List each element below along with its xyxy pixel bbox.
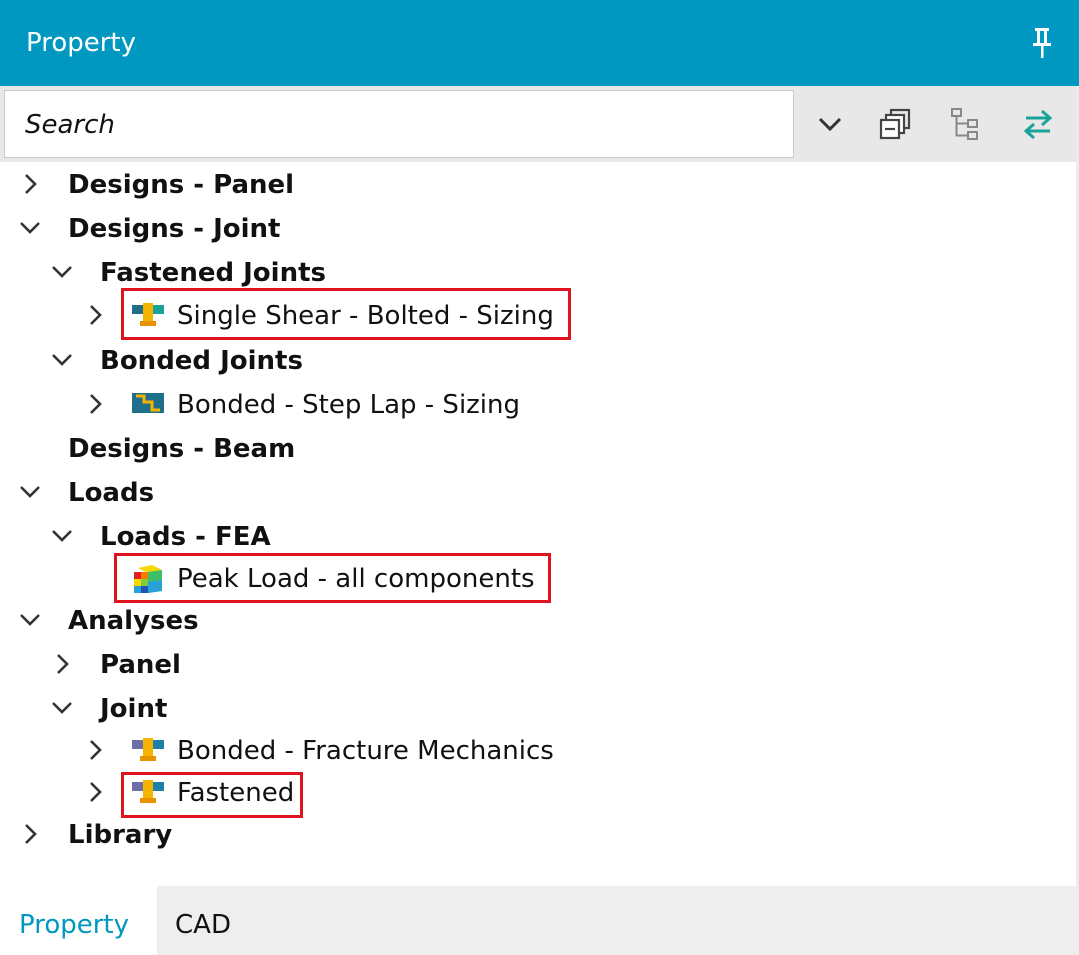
- chevron-down-icon[interactable]: [50, 694, 74, 722]
- chevron-down-icon[interactable]: [18, 606, 42, 634]
- step-lap-icon: [132, 390, 164, 418]
- panel-header: [0, 0, 1079, 86]
- chevron-right-icon[interactable]: [18, 820, 42, 848]
- chevron-down-icon[interactable]: [50, 346, 74, 374]
- tree-item-designs-joint[interactable]: Designs - Joint: [0, 210, 600, 250]
- tree-item-designs-beam[interactable]: Designs - Beam: [0, 430, 600, 470]
- tree-item-label: Bonded - Step Lap - Sizing: [177, 390, 521, 420]
- tree-item-label: Library: [68, 820, 173, 850]
- tree-item-bonded-step-lap[interactable]: Bonded - Step Lap - Sizing: [0, 386, 600, 426]
- chevron-right-icon[interactable]: [50, 650, 74, 678]
- tree-item-loads[interactable]: Loads: [0, 474, 600, 514]
- chevron-right-icon[interactable]: [83, 390, 107, 418]
- tree-item-library[interactable]: Library: [0, 816, 600, 856]
- tree-item-label: Designs - Beam: [68, 434, 296, 464]
- chevron-right-icon[interactable]: [83, 301, 107, 329]
- tree-item-joint[interactable]: Joint: [0, 690, 600, 730]
- tree-item-label: Loads: [68, 478, 155, 508]
- tree-item-label: Designs - Panel: [68, 170, 295, 200]
- search-input[interactable]: Search: [4, 90, 794, 158]
- chevron-down-icon[interactable]: [18, 214, 42, 242]
- panel-title: Property: [26, 28, 137, 58]
- chevron-down-icon[interactable]: [50, 522, 74, 550]
- tree-item-label: Bonded Joints: [100, 346, 303, 376]
- highlight-box: [114, 553, 551, 603]
- highlight-box: [121, 288, 571, 340]
- chevron-right-icon[interactable]: [18, 170, 42, 198]
- tree-item-loads-fea[interactable]: Loads - FEA: [0, 518, 600, 558]
- tree-item-bonded-joints[interactable]: Bonded Joints: [0, 342, 600, 382]
- tree-item-bonded-fracture[interactable]: Bonded - Fracture Mechanics: [0, 732, 600, 772]
- tree-view-icon[interactable]: [948, 106, 984, 142]
- pin-icon[interactable]: [1028, 26, 1056, 60]
- tree-item-label: Loads - FEA: [100, 522, 271, 552]
- tree-item-panel[interactable]: Panel: [0, 646, 600, 686]
- tree-item-label: Analyses: [68, 606, 199, 636]
- sync-arrows-icon[interactable]: [1020, 106, 1056, 142]
- highlight-box: [121, 772, 303, 818]
- tab-bar: [0, 886, 1079, 955]
- tree-item-label: Joint: [100, 694, 168, 724]
- tree-item-label: Bonded - Fracture Mechanics: [177, 736, 554, 766]
- tab-cad-label[interactable]: CAD: [175, 908, 231, 942]
- chevron-down-icon[interactable]: [812, 106, 848, 142]
- tree-item-label: Fastened Joints: [100, 258, 326, 288]
- tree-item-label: Panel: [100, 650, 181, 680]
- tree-item-analyses[interactable]: Analyses: [0, 602, 600, 642]
- tab-property-label[interactable]: Property: [19, 908, 129, 942]
- search-placeholder: Search: [25, 110, 115, 140]
- collapse-all-icon[interactable]: [878, 106, 914, 142]
- joint-analysis-icon: [132, 736, 164, 764]
- tree-item-label: Designs - Joint: [68, 214, 281, 244]
- chevron-down-icon[interactable]: [18, 478, 42, 506]
- chevron-right-icon[interactable]: [83, 736, 107, 764]
- chevron-right-icon[interactable]: [83, 778, 107, 806]
- tree-item-designs-panel[interactable]: Designs - Panel: [0, 166, 600, 206]
- chevron-down-icon[interactable]: [50, 258, 74, 286]
